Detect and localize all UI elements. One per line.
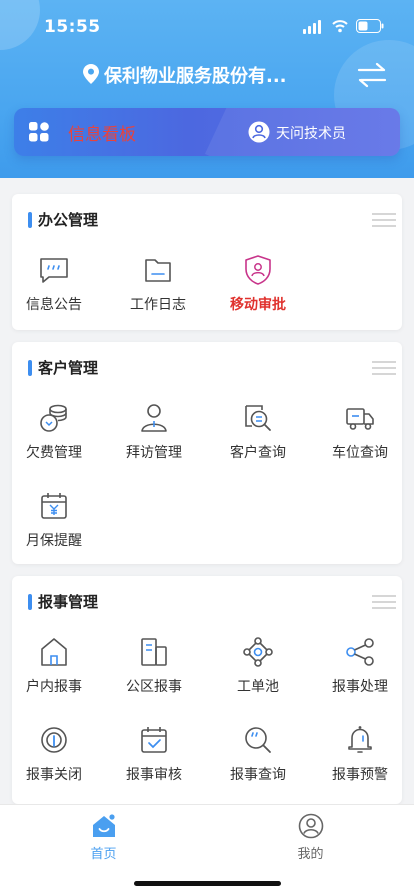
share-icon bbox=[346, 638, 374, 666]
grid-item-label: 报事审核 bbox=[126, 767, 182, 783]
network-icon bbox=[243, 637, 273, 667]
section-title: 报事管理 bbox=[38, 593, 99, 611]
grid-item-label: 信息公告 bbox=[26, 297, 82, 313]
grid-item-label: 报事处理 bbox=[332, 679, 388, 695]
grid-item-info-notice[interactable]: 信息公告 bbox=[12, 254, 96, 324]
target-icon bbox=[41, 727, 67, 753]
grid-item-label: 公区报事 bbox=[126, 679, 182, 695]
section-title: 客户管理 bbox=[38, 359, 99, 377]
info-board-label: 信息看板 bbox=[68, 125, 136, 145]
shield-user-icon bbox=[245, 255, 271, 285]
tab-mine[interactable]: 我的 bbox=[207, 805, 414, 875]
grid-item-work-log[interactable]: 工作日志 bbox=[116, 254, 200, 324]
grid-item-public-report[interactable]: 公区报事 bbox=[112, 636, 196, 706]
grid-item-report-warning[interactable]: 报事预警 bbox=[318, 724, 402, 794]
wifi-icon bbox=[332, 20, 348, 33]
magnifier-icon bbox=[245, 727, 271, 753]
grid-item-label: 移动审批 bbox=[230, 297, 286, 313]
grid-item-label: 车位查询 bbox=[332, 445, 388, 461]
status-time: 15:55 bbox=[44, 17, 101, 37]
grid-item-label: 工单池 bbox=[237, 679, 279, 695]
grid-item-report-handling[interactable]: 报事处理 bbox=[318, 636, 402, 706]
grid-item-report-query[interactable]: 报事查询 bbox=[216, 724, 300, 794]
signal-icon bbox=[303, 20, 321, 34]
grid-item-label: 报事关闭 bbox=[26, 767, 82, 783]
section-title: 办公管理 bbox=[38, 211, 99, 229]
info-board-bar[interactable]: 信息看板 天问技术员 bbox=[14, 108, 400, 156]
grid-item-label: 客户查询 bbox=[230, 445, 286, 461]
grid-item-monthly-reminder[interactable]: 月保提醒 bbox=[12, 490, 96, 560]
home-icon bbox=[93, 814, 115, 837]
company-name[interactable]: 保利物业服务股份有... bbox=[104, 62, 287, 88]
tab-mine-label: 我的 bbox=[297, 847, 324, 862]
menu-lines-icon[interactable] bbox=[372, 213, 396, 227]
coins-icon bbox=[40, 404, 67, 432]
grid-item-label: 报事查询 bbox=[230, 767, 286, 783]
tab-home[interactable]: 首页 bbox=[0, 805, 207, 875]
calendar-check-icon bbox=[141, 727, 167, 753]
grid-item-label: 工作日志 bbox=[130, 297, 186, 313]
search-doc-icon bbox=[245, 405, 271, 431]
card-report: 报事管理 户内报事 公区报事 工单池 报事处理 报事关闭 报事审核 报事查询 报… bbox=[12, 576, 402, 804]
grid-item-label: 报事预警 bbox=[332, 767, 388, 783]
message-icon bbox=[40, 258, 68, 283]
tab-home-label: 首页 bbox=[90, 847, 117, 862]
switch-icon[interactable] bbox=[357, 62, 387, 88]
building-icon bbox=[141, 638, 167, 666]
location-pin-icon bbox=[83, 64, 99, 84]
profile-icon bbox=[298, 813, 324, 839]
battery-icon bbox=[356, 19, 384, 33]
grid-item-label: 月保提醒 bbox=[26, 533, 82, 549]
bell-icon bbox=[348, 726, 372, 753]
calendar-yen-icon bbox=[41, 493, 67, 519]
grid-item-arrears[interactable]: 欠费管理 bbox=[12, 402, 96, 472]
grid-item-visit[interactable]: 拜访管理 bbox=[112, 402, 196, 472]
grid-item-work-order-pool[interactable]: 工单池 bbox=[216, 636, 300, 706]
grid-item-indoor-report[interactable]: 户内报事 bbox=[12, 636, 96, 706]
grid-item-label: 户内报事 bbox=[26, 679, 82, 695]
title-row: 保利物业服务股份有... bbox=[0, 56, 414, 92]
user-name: 天问技术员 bbox=[276, 126, 346, 142]
grid-item-parking-query[interactable]: 车位查询 bbox=[318, 402, 402, 472]
grid-item-mobile-approval[interactable]: 移动审批 bbox=[216, 254, 300, 324]
folder-icon bbox=[145, 259, 171, 282]
status-bar: 15:55 bbox=[0, 0, 414, 54]
menu-lines-icon[interactable] bbox=[372, 595, 396, 609]
dashboard-icon bbox=[29, 122, 49, 142]
truck-icon bbox=[346, 408, 374, 430]
house-icon bbox=[41, 638, 67, 666]
grid-item-customer-query[interactable]: 客户查询 bbox=[216, 402, 300, 472]
grid-item-label: 欠费管理 bbox=[26, 445, 82, 461]
grid-item-label: 拜访管理 bbox=[126, 445, 182, 461]
grid-item-report-close[interactable]: 报事关闭 bbox=[12, 724, 96, 794]
header: 15:55 保利物业服务股份有... 信息看板 天问技术员 bbox=[0, 0, 414, 178]
grid-item-report-review[interactable]: 报事审核 bbox=[112, 724, 196, 794]
home-indicator bbox=[134, 881, 281, 886]
person-icon bbox=[141, 404, 167, 432]
card-customer: 客户管理 欠费管理 拜访管理 客户查询 车位查询 月保提醒 bbox=[12, 342, 402, 564]
menu-lines-icon[interactable] bbox=[372, 361, 396, 375]
user-avatar-icon bbox=[248, 121, 270, 143]
card-office: 办公管理 信息公告 工作日志 移动审批 bbox=[12, 194, 402, 330]
